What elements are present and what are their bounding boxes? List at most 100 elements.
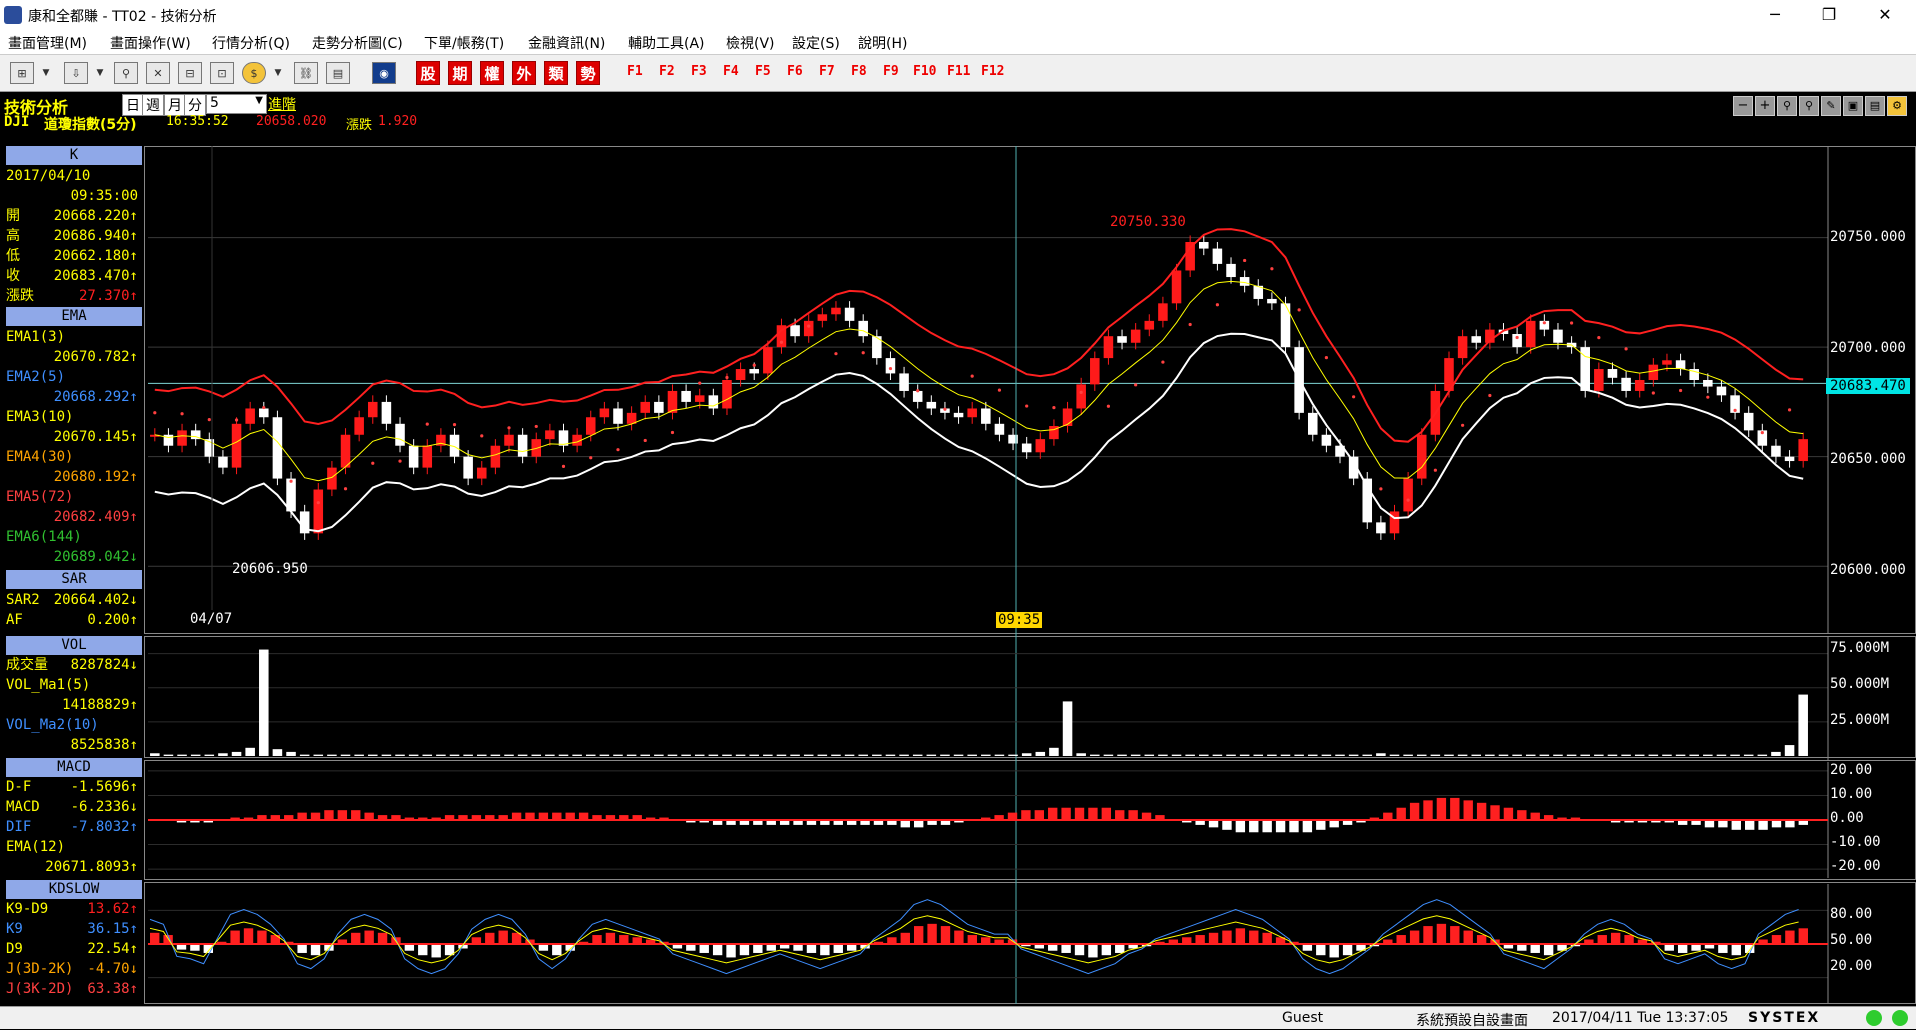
- kd-bar: [485, 932, 495, 944]
- candle-body: [1784, 456, 1795, 462]
- indicator-bar: [967, 754, 977, 756]
- indicator-bar: [1171, 754, 1182, 756]
- candle-body: [1553, 329, 1563, 343]
- indicator-bar: [1034, 810, 1045, 820]
- sar-dot: [1243, 258, 1247, 263]
- indicator-bar: [511, 812, 522, 820]
- kd-bar: [699, 944, 709, 953]
- indicator-bar: [272, 749, 283, 756]
- sar-dot: [861, 351, 865, 355]
- indicator-bar: [1115, 810, 1125, 820]
- sar-dot: [289, 479, 293, 483]
- candle-body: [790, 325, 800, 337]
- cursor-time-label: 09:35: [996, 612, 1043, 628]
- sar-dot: [398, 459, 402, 463]
- candle-body: [476, 467, 487, 479]
- price-tick-20700: 20700.000: [1830, 340, 1906, 356]
- candle-body: [1594, 369, 1604, 391]
- sar-dot: [343, 487, 348, 491]
- candle-body: [1267, 298, 1277, 304]
- indicator-bar: [1208, 820, 1219, 828]
- kd-bar: [632, 937, 642, 944]
- kd-bar: [927, 923, 937, 944]
- indicator-bar: [1222, 820, 1232, 830]
- candle-body: [177, 430, 187, 446]
- candle-body: [885, 358, 896, 374]
- candle-body: [694, 395, 705, 402]
- indicator-bar: [1235, 820, 1246, 833]
- kd-bar: [1115, 944, 1125, 953]
- indicator-bar: [1289, 820, 1299, 833]
- macd-tick-m20: -20.00: [1830, 858, 1881, 874]
- kd-bar: [243, 928, 254, 944]
- indicator-bar: [177, 754, 187, 756]
- low-annotation: 20606.950: [232, 561, 308, 577]
- indicator-bar: [1423, 800, 1433, 820]
- indicator-bar: [381, 754, 392, 756]
- candle-body: [1634, 380, 1645, 391]
- candle-body: [654, 401, 664, 413]
- indicator-bar: [640, 754, 651, 756]
- kd-bar: [981, 937, 991, 944]
- indicator-bar: [538, 812, 549, 820]
- sar-dot: [1188, 322, 1192, 327]
- indicator-bar: [1048, 807, 1058, 820]
- candle-body: [994, 423, 1005, 435]
- status-datetime: 2017/04/11 Tue 13:37:05: [1552, 1010, 1729, 1026]
- indicator-bar: [552, 812, 562, 820]
- indicator-bar: [1335, 754, 1345, 756]
- sar-dot: [1134, 383, 1138, 387]
- indicator-bar: [525, 812, 535, 820]
- indicator-bar: [1621, 754, 1631, 756]
- kd-bar: [1664, 944, 1674, 951]
- sar-dot: [1297, 308, 1301, 312]
- sar-dot: [207, 417, 211, 422]
- indicator-bar: [694, 754, 705, 756]
- indicator-bar: [667, 754, 678, 756]
- chart-canvas[interactable]: [0, 0, 1916, 1028]
- indicator-bar: [1430, 754, 1441, 756]
- indicator-bar: [994, 754, 1005, 756]
- indicator-bar: [150, 753, 160, 756]
- kd-bar: [592, 935, 602, 944]
- kd-bar: [887, 937, 897, 944]
- candle-body: [395, 423, 405, 446]
- sar-dot: [970, 374, 974, 378]
- candle-body: [1062, 408, 1073, 426]
- kd-bar: [1061, 944, 1071, 953]
- date-label-0407: 04/07: [190, 611, 233, 627]
- sar-dot: [1488, 393, 1492, 398]
- kd-bar: [726, 944, 736, 958]
- indicator-bar: [1716, 754, 1727, 756]
- indicator-bar: [204, 754, 215, 756]
- status-bar: Guest 系統預設自設畫面 2017/04/11 Tue 13:37:05 S…: [0, 1006, 1916, 1029]
- sar-dot: [1433, 468, 1437, 472]
- candle-body: [735, 369, 746, 380]
- indicator-bar: [1128, 810, 1138, 820]
- kd-bar: [739, 944, 750, 956]
- candle-body: [490, 445, 501, 468]
- indicator-bar: [1517, 810, 1527, 820]
- indicator-bar: [1444, 754, 1454, 756]
- indicator-bar: [1758, 820, 1768, 830]
- kd-bar: [1222, 930, 1232, 944]
- indicator-bar: [408, 754, 419, 756]
- kd-bar: [1396, 935, 1406, 944]
- candle-body: [1021, 443, 1032, 453]
- indicator-bar: [1594, 754, 1604, 756]
- sar-dot: [1106, 404, 1111, 408]
- indicator-bar: [1730, 754, 1740, 756]
- candle-body: [613, 408, 623, 424]
- indicator-bar: [844, 754, 855, 756]
- kd-bar: [270, 935, 281, 944]
- sar-dot: [807, 324, 811, 328]
- candle-body: [313, 489, 324, 534]
- kd-bar: [1409, 930, 1420, 944]
- kd-bar: [1048, 944, 1058, 951]
- kd-bar: [1677, 944, 1688, 953]
- indicator-bar: [368, 754, 378, 756]
- candle-body: [368, 401, 378, 418]
- indicator-bar: [1476, 802, 1487, 820]
- indicator-bar: [1280, 754, 1291, 756]
- kd-bar: [1342, 944, 1353, 956]
